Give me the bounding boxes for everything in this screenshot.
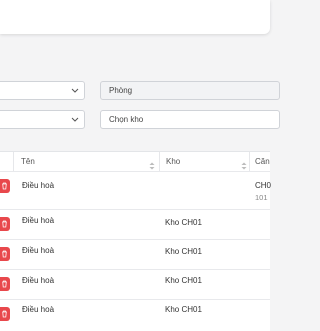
cell-name: Điều hoà [22,246,55,255]
cell-warehouse: Kho CH01 [165,218,202,227]
warehouse-select[interactable]: Chọn kho [100,110,280,129]
cell-apartment: CH0 [255,181,272,190]
cell-warehouse: Kho CH01 [165,305,202,314]
warehouse-select-value: Chọn kho [109,115,144,124]
chevron-down-icon [71,111,79,128]
delete-button[interactable] [0,307,10,321]
cell-apartment-sub: 101 [255,193,268,202]
left-select-1[interactable] [0,81,85,100]
room-select-value: Phòng [109,86,133,95]
cell-name: Điều hoà [22,305,55,314]
chevron-down-icon [71,82,79,99]
column-header-apartment[interactable]: Căn [255,152,275,171]
cell-warehouse: Kho CH01 [165,247,202,256]
left-select-2[interactable] [0,110,85,129]
table-row: Điều hoà Kho CH01 [0,300,270,329]
table-row: Điều hoà Kho CH01 [0,210,270,239]
room-select[interactable]: Phòng [100,81,280,100]
table-row: Điều hoà CH0 101 [0,172,272,209]
column-header-warehouse[interactable]: Kho [166,152,248,171]
cell-warehouse: Kho CH01 [165,276,202,285]
table-row: Điều hoà Kho CH01 [0,270,270,299]
top-bar [0,0,270,34]
cell-name: Điều hoà [22,216,55,225]
delete-button[interactable] [0,277,10,291]
data-table: Tên Kho Căn Điều hoà CH0 101 Điều hoà Kh… [0,151,272,331]
cell-name: Điều hoà [22,181,55,190]
delete-button[interactable] [0,247,10,261]
sort-icon [241,158,247,170]
cell-name: Điều hoà [22,276,55,285]
table-row: Điều hoà Kho CH01 [0,240,270,269]
sort-icon [149,158,155,170]
delete-button[interactable] [0,217,10,231]
delete-button[interactable] [0,179,10,193]
column-header-name[interactable]: Tên [21,152,157,171]
